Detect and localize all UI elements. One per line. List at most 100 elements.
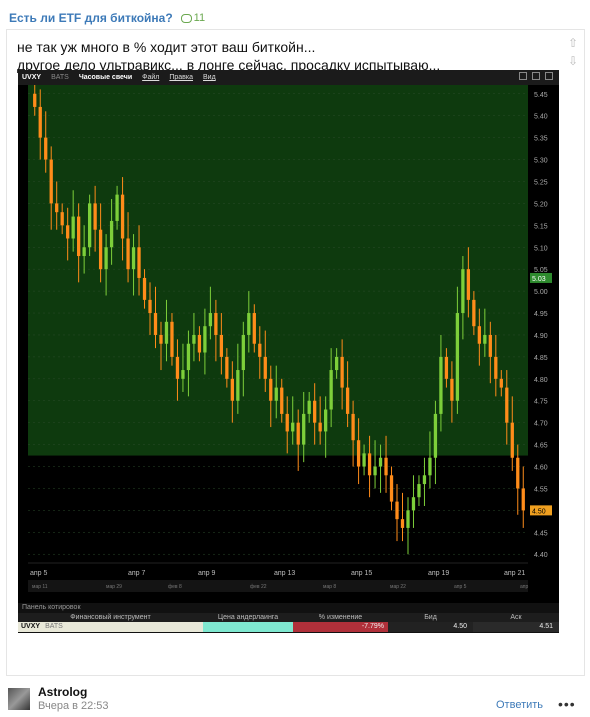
candle-body	[466, 269, 471, 300]
candle-body	[241, 334, 245, 371]
candle-body	[345, 387, 350, 414]
candle-body	[274, 387, 278, 401]
row-underlying	[203, 622, 293, 632]
comments-count[interactable]: 11	[180, 12, 205, 24]
avatar[interactable]	[8, 688, 30, 710]
header-instrument[interactable]: Финансовый инструмент	[18, 613, 203, 622]
candle-body	[208, 313, 213, 327]
candle-body	[378, 457, 383, 467]
candle-body	[66, 225, 70, 239]
chart-window-toolbar: UVXY BATS Часовые свечи Файл Правка Вид	[18, 70, 559, 85]
row-exchange: BATS	[45, 623, 63, 630]
window-close-icon[interactable]	[545, 72, 553, 80]
candle-body	[236, 370, 240, 401]
navigator-strip	[28, 580, 528, 592]
row-symbol: UVXY	[21, 623, 41, 630]
x-tick-label: апр 21	[504, 570, 525, 577]
exchange-label: BATS	[51, 74, 69, 81]
candle-body	[71, 216, 75, 239]
candle-body	[334, 356, 339, 371]
vote-down-icon[interactable]: ⇩	[568, 54, 578, 68]
candle-body	[362, 453, 366, 467]
comment-author[interactable]: Astrolog	[38, 685, 87, 699]
candle-body	[219, 334, 224, 357]
header-change[interactable]: % изменение	[293, 613, 388, 622]
navigator-tick-label: мар 22	[390, 584, 406, 590]
vote-up-icon[interactable]: ⇧	[568, 36, 578, 50]
post-text: не так уж много в % ходит этот ваш битко…	[17, 38, 440, 74]
chart-screenshot: UVXY BATS Часовые свечи Файл Правка Вид …	[18, 70, 559, 633]
candle-body	[164, 321, 169, 344]
topic-title-link[interactable]: Есть ли ETF для биткойна?	[9, 11, 173, 25]
y-tick-label: 5.15	[534, 223, 548, 230]
y-tick-label: 4.65	[534, 443, 548, 450]
header-underlying[interactable]: Цена андерлаинга	[203, 613, 293, 622]
x-tick-label: апр 9	[198, 570, 216, 577]
candle-body	[252, 313, 256, 344]
candle-body	[82, 247, 86, 257]
candle-body	[461, 269, 465, 314]
candle-body	[406, 510, 410, 528]
navigator-tick-label: апр 5	[454, 584, 467, 590]
menu-file[interactable]: Файл	[142, 74, 159, 81]
row-ask: 4.51	[473, 622, 559, 632]
reply-button[interactable]: Ответить	[496, 699, 543, 711]
candle-body	[499, 378, 503, 388]
marker-price-label: 5.03	[532, 276, 546, 283]
row-bid: 4.50	[388, 622, 473, 632]
candle-body	[214, 313, 218, 335]
candle-body	[126, 238, 130, 270]
candle-body	[93, 203, 97, 230]
symbol-label[interactable]: UVXY	[22, 74, 41, 81]
vote-controls: ⇧ ⇩	[568, 36, 578, 68]
candle-body	[170, 321, 174, 357]
candle-body	[291, 422, 295, 432]
candle-body	[417, 484, 421, 498]
candle-body	[433, 413, 438, 458]
candle-body	[450, 378, 454, 401]
x-tick-label: апр 15	[351, 570, 372, 577]
menu-edit[interactable]: Правка	[169, 74, 193, 81]
window-maximize-icon[interactable]	[532, 72, 540, 80]
candle-body	[472, 299, 476, 327]
candle-body	[87, 203, 92, 248]
candle-body	[142, 277, 147, 300]
navigator-tick-label: фев 22	[250, 584, 267, 590]
menu-view[interactable]: Вид	[203, 74, 216, 81]
candle-body	[400, 519, 405, 528]
y-tick-label: 4.90	[534, 333, 548, 340]
candle-body	[505, 387, 509, 423]
window-minimize-icon[interactable]	[519, 72, 527, 80]
price-chart[interactable]: 5.45 5.40 5.35 5.30 5.25 5.20 5.15 5.10 5.05 5.00…	[18, 85, 559, 603]
timeframe-dropdown[interactable]: Часовые свечи	[79, 74, 132, 81]
candle-body	[104, 247, 108, 270]
y-tick-label: 4.60	[534, 465, 548, 472]
candle-body	[203, 326, 207, 353]
post-card: не так уж много в % ходит этот ваш битко…	[6, 29, 585, 676]
candle-body	[115, 194, 119, 221]
navigator-tick-label: апр	[520, 584, 528, 590]
header-ask[interactable]: Аск	[473, 613, 559, 622]
more-options-icon[interactable]: •••	[558, 696, 576, 712]
topic-header: Есть ли ETF для биткойна? 11	[9, 8, 205, 28]
candle-body	[428, 457, 432, 476]
candle-body	[439, 356, 443, 414]
x-tick-label: апр 19	[428, 570, 449, 577]
candle-body	[384, 457, 388, 476]
y-tick-label: 4.95	[534, 311, 548, 318]
quote-row[interactable]: UVXY BATS -7.79% 4.50 4.51	[18, 622, 559, 632]
candle-body	[44, 137, 48, 160]
candle-body	[488, 334, 492, 357]
header-bid[interactable]: Бид	[388, 613, 473, 622]
candle-body	[351, 413, 355, 441]
quote-panel-headers: Финансовый инструмент Цена андерлаинга %…	[18, 613, 559, 622]
candle-body	[186, 343, 191, 371]
y-tick-label: 4.80	[534, 377, 548, 384]
candle-body	[38, 106, 42, 138]
candle-body	[422, 475, 427, 485]
candle-body	[373, 466, 377, 476]
candle-body	[159, 334, 163, 344]
candle-body	[60, 212, 64, 226]
candle-body	[98, 229, 103, 270]
candle-body	[230, 378, 234, 401]
